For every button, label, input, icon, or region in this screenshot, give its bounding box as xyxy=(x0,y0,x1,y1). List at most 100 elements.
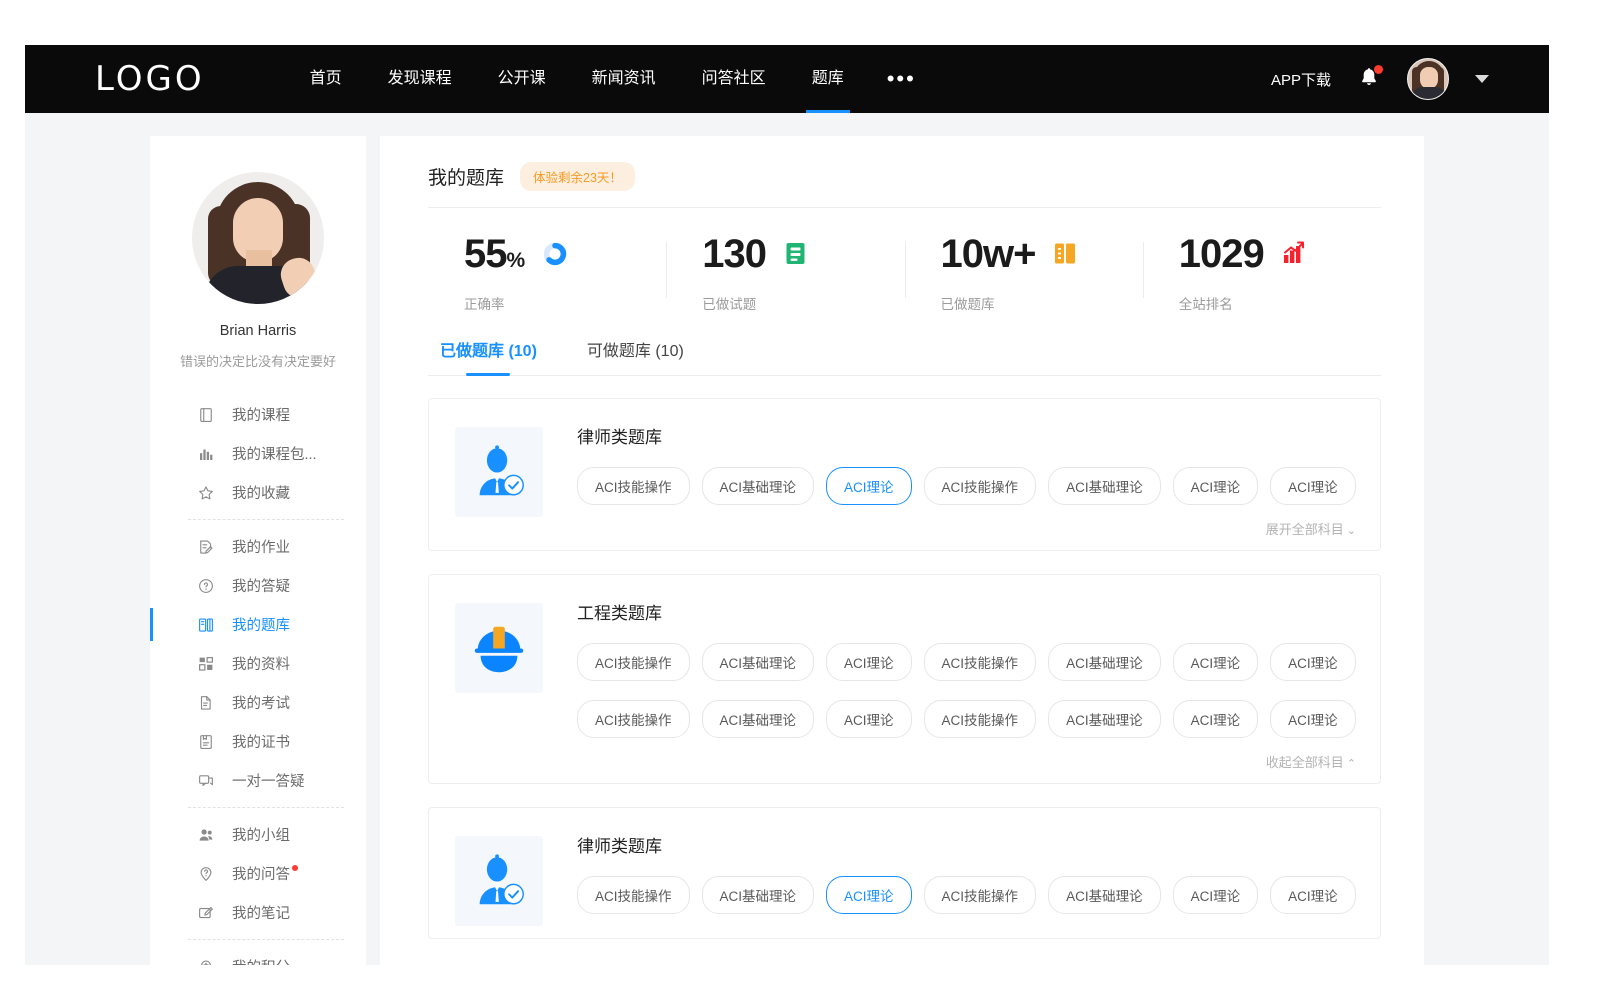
subject-tag[interactable]: ACI技能操作 xyxy=(924,467,1037,505)
subject-tag[interactable]: ACI理论 xyxy=(826,700,912,738)
subject-tag[interactable]: ACI技能操作 xyxy=(577,700,690,738)
sidebar-user-name: Brian Harris xyxy=(150,323,366,339)
main-header: 我的题库 体验剩余23天！ xyxy=(428,162,1381,208)
subject-tag[interactable]: ACI技能操作 xyxy=(924,876,1037,914)
sidebar-item-label: 我的笔记 xyxy=(232,902,290,923)
notification-bell-button[interactable] xyxy=(1357,66,1381,92)
subject-tag[interactable]: ACI理论 xyxy=(1173,467,1259,505)
stat-label: 已做试题 xyxy=(702,293,904,313)
nav-item-1[interactable]: 首页 xyxy=(287,45,365,113)
sidebar-user-motto: 错误的决定比没有决定要好 xyxy=(150,351,366,370)
subject-tag[interactable]: ACI基础理论 xyxy=(1048,876,1161,914)
sidebar-item-label: 我的资料 xyxy=(232,653,290,674)
qa-location-icon xyxy=(196,864,215,883)
sidebar-item-label: 我的小组 xyxy=(232,824,290,845)
question-circle-icon xyxy=(196,576,215,595)
hard-hat-icon xyxy=(455,603,543,693)
stat-card-1: 55% 正确率 xyxy=(428,234,666,313)
sidebar-item-8[interactable]: 我的考试 xyxy=(150,683,366,722)
subject-tag[interactable]: ACI技能操作 xyxy=(577,643,690,681)
stats-summary: 55%正确率130已做试题10w+已做题库1029全站排名 xyxy=(428,208,1381,323)
subject-tag[interactable]: ACI理论 xyxy=(1270,467,1356,505)
sidebar-item-6[interactable]: 我的题库 xyxy=(150,605,366,644)
sidebar-item-5[interactable]: 我的答疑 xyxy=(150,566,366,605)
subject-tag[interactable]: ACI理论 xyxy=(826,467,912,505)
subject-tag[interactable]: ACI理论 xyxy=(1270,643,1356,681)
sidebar-item-14[interactable]: 我的积分 xyxy=(150,947,366,965)
nav-more-icon[interactable]: ••• xyxy=(867,49,936,109)
sidebar-item-11[interactable]: 我的小组 xyxy=(150,815,366,854)
subject-tag[interactable]: ACI基础理论 xyxy=(702,876,815,914)
expand-subjects-link[interactable]: 收起全部科目⌃ xyxy=(577,752,1360,771)
nav-item-2[interactable]: 发现课程 xyxy=(365,45,475,113)
nav-item-6[interactable]: 题库 xyxy=(789,45,867,113)
menu-divider xyxy=(188,939,344,940)
sidebar-item-4[interactable]: 我的作业 xyxy=(150,527,366,566)
tag-row: ACI技能操作 ACI基础理论 ACI理论 ACI技能操作 ACI基础理论 ACI理论 AC… xyxy=(577,876,1360,914)
sidebar-item-2[interactable]: 我的课程包... xyxy=(150,434,366,473)
stat-value-row: 55% xyxy=(464,234,666,274)
sidebar-item-10[interactable]: 一对一答疑 xyxy=(150,761,366,800)
subject-tag[interactable]: ACI理论 xyxy=(1270,700,1356,738)
donut-progress-icon xyxy=(542,241,568,267)
avatar-body xyxy=(1411,87,1447,100)
nav-item-3[interactable]: 公开课 xyxy=(475,45,569,113)
card-title: 律师类题库 xyxy=(577,832,1360,857)
subject-tag[interactable]: ACI理论 xyxy=(1173,700,1259,738)
site-logo[interactable]: LOGO xyxy=(95,59,205,99)
app-page: LOGO 首页发现课程公开课新闻资讯问答社区题库 ••• APP下载 xyxy=(25,45,1549,965)
stat-number: 130 xyxy=(702,232,766,276)
top-bar-right: APP下载 xyxy=(1271,58,1489,100)
subject-tag[interactable]: ACI理论 xyxy=(826,876,912,914)
subject-tag[interactable]: ACI技能操作 xyxy=(924,700,1037,738)
subject-tag[interactable]: ACI基础理论 xyxy=(1048,467,1161,505)
subject-tag[interactable]: ACI基础理论 xyxy=(702,700,815,738)
stat-unit: % xyxy=(507,249,525,272)
stat-label: 已做题库 xyxy=(941,293,1143,313)
sidebar-item-9[interactable]: 我的证书 xyxy=(150,722,366,761)
green-document-icon xyxy=(784,241,810,267)
question-bank-card: 律师类题库ACI技能操作ACI基础理论ACI理论ACI技能操作ACI基础理论AC… xyxy=(428,807,1381,939)
nav-item-5[interactable]: 问答社区 xyxy=(679,45,789,113)
app-download-link[interactable]: APP下载 xyxy=(1271,69,1331,90)
expand-subjects-link[interactable]: 展开全部科目⌄ xyxy=(577,519,1360,538)
tab-2[interactable]: 可做题库 (10) xyxy=(587,337,684,375)
tag-row: ACI技能操作 ACI基础理论 ACI理论 ACI技能操作 ACI基础理论 ACI理论 AC… xyxy=(577,643,1360,681)
subject-tag[interactable]: ACI技能操作 xyxy=(924,643,1037,681)
stat-label: 正确率 xyxy=(464,293,666,313)
chevron-down-icon: ⌄ xyxy=(1347,525,1356,537)
points-medal-icon xyxy=(196,957,215,965)
subject-tag[interactable]: ACI理论 xyxy=(1173,643,1259,681)
sidebar-item-1[interactable]: 我的课程 xyxy=(150,395,366,434)
subject-tag[interactable]: ACI理论 xyxy=(1270,876,1356,914)
subject-tag[interactable]: ACI基础理论 xyxy=(702,467,815,505)
subject-tag[interactable]: ACI技能操作 xyxy=(577,467,690,505)
tab-1[interactable]: 已做题库 (10) xyxy=(440,337,537,375)
subject-tag[interactable]: ACI基础理论 xyxy=(1048,700,1161,738)
subject-tag[interactable]: ACI基础理论 xyxy=(1048,643,1161,681)
lawyer-avatar-icon xyxy=(455,836,543,926)
page-content: Brian Harris 错误的决定比没有决定要好 我的课程我的课程包...我的… xyxy=(25,113,1549,965)
subject-tag[interactable]: ACI技能操作 xyxy=(577,876,690,914)
nav-item-4[interactable]: 新闻资讯 xyxy=(569,45,679,113)
avatar-face xyxy=(1420,67,1438,89)
tag-row: ACI技能操作 ACI基础理论 ACI理论 ACI技能操作 ACI基础理论 ACI理论 AC… xyxy=(577,467,1360,505)
user-avatar[interactable] xyxy=(1407,58,1449,100)
certificate-icon xyxy=(196,732,215,751)
sidebar-item-12[interactable]: 我的问答 xyxy=(150,854,366,893)
subject-tag[interactable]: ACI理论 xyxy=(826,643,912,681)
sidebar-item-13[interactable]: 我的笔记 xyxy=(150,893,366,932)
subject-tag[interactable]: ACI理论 xyxy=(1173,876,1259,914)
grid-icon xyxy=(196,654,215,673)
subject-tag[interactable]: ACI基础理论 xyxy=(702,643,815,681)
sidebar-item-3[interactable]: 我的收藏 xyxy=(150,473,366,512)
sidebar-menu: 我的课程我的课程包...我的收藏我的作业我的答疑我的题库我的资料我的考试我的证书… xyxy=(150,395,366,965)
book-icon xyxy=(196,405,215,424)
chevron-down-icon[interactable] xyxy=(1475,75,1489,83)
sidebar-item-label: 我的题库 xyxy=(232,614,290,635)
sidebar-item-7[interactable]: 我的资料 xyxy=(150,644,366,683)
stat-number: 1029 xyxy=(1179,232,1264,276)
card-body: 律师类题库ACI技能操作ACI基础理论ACI理论ACI技能操作ACI基础理论AC… xyxy=(577,421,1360,538)
note-pen-icon xyxy=(196,903,215,922)
stat-value-row: 130 xyxy=(702,234,904,274)
